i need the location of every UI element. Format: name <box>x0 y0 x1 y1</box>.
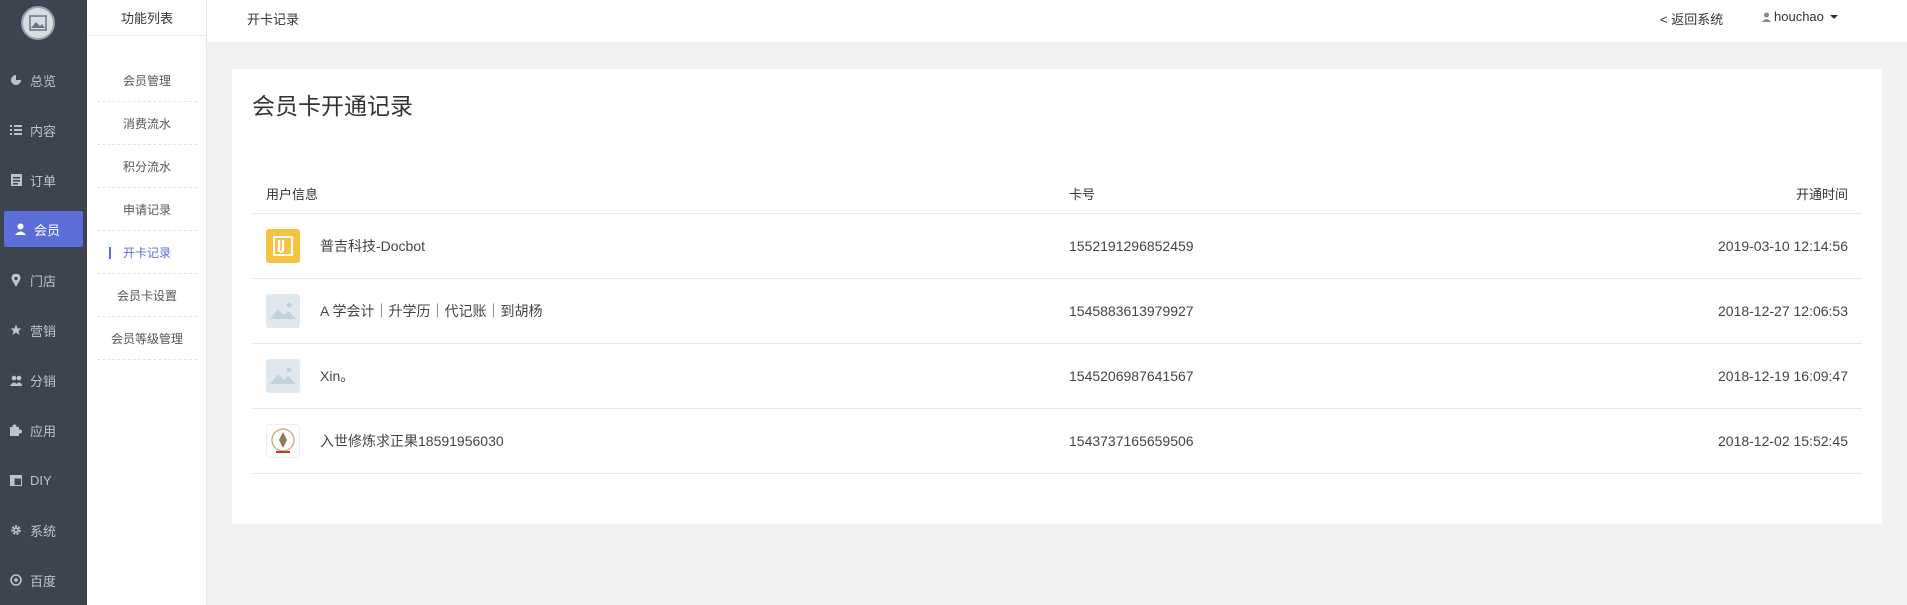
subnav-item-label: 消费流水 <box>122 117 171 131</box>
subnav-item-label: 会员卡设置 <box>116 289 177 303</box>
sidebar-item-label: 百度 <box>30 573 57 589</box>
user-name: 普吉科技-Docbot <box>320 238 426 254</box>
sidebar-item-label: 系统 <box>30 523 57 539</box>
sidebar-item-label: 内容 <box>30 123 57 139</box>
layout-icon <box>10 474 22 486</box>
sidebar-item-system[interactable]: 系统 <box>0 512 79 548</box>
subnav-item-label: 会员等级管理 <box>110 332 183 346</box>
user-icon <box>14 223 26 235</box>
sidebar-item-apps[interactable]: 应用 <box>0 412 79 448</box>
subnav-item-application-records[interactable]: 申请记录 <box>97 189 197 231</box>
subnav-title: 功能列表 <box>87 0 207 36</box>
list-icon <box>10 124 22 136</box>
user-menu[interactable]: houchao <box>1762 9 1838 24</box>
sidebar-item-label: 总览 <box>30 73 57 89</box>
sidebar-item-stores[interactable]: 门店 <box>0 262 79 298</box>
user-cell: 普吉科技-Docbot <box>266 229 425 263</box>
pie-chart-icon <box>10 74 22 86</box>
card-number: 1543737165659506 <box>1069 433 1194 449</box>
user-icon <box>1762 12 1771 22</box>
username: houchao <box>1774 9 1824 24</box>
subnav-item-label: 开卡记录 <box>122 246 171 260</box>
subnav-item-points-flow[interactable]: 积分流水 <box>97 146 197 188</box>
sidebar-item-label: 分销 <box>30 373 57 389</box>
subnav-item-card-settings[interactable]: 会员卡设置 <box>97 275 197 317</box>
sidebar-item-content[interactable]: 内容 <box>0 112 79 148</box>
sidebar-item-label: 订单 <box>30 173 57 189</box>
table-row: Xin。 1545206987641567 2018-12-19 16:09:4… <box>252 344 1862 409</box>
sub-sidebar: 功能列表 会员管理 消费流水 积分流水 申请记录 开卡记录 会员卡设置 会员等级… <box>87 0 207 605</box>
user-cell: A 学会计｜升学历｜代记账｜到胡杨 <box>266 294 542 328</box>
image-placeholder-icon <box>266 294 300 328</box>
sidebar-item-label: 营销 <box>30 323 57 339</box>
user-name: A 学会计｜升学历｜代记账｜到胡杨 <box>320 303 543 319</box>
subnav-item-label: 申请记录 <box>122 203 171 217</box>
chevron-down-icon <box>1829 14 1838 19</box>
sidebar-item-label: 门店 <box>30 273 57 289</box>
subnav-item-card-records[interactable]: 开卡记录 <box>97 232 197 274</box>
records-table: 用户信息 卡号 开通时间 普吉科技-Docbot 155219129685245… <box>252 173 1862 474</box>
users-icon <box>10 374 22 386</box>
baidu-icon <box>10 574 22 586</box>
sidebar-item-label: 应用 <box>30 423 57 439</box>
open-time: 2018-12-27 12:06:53 <box>1718 303 1848 319</box>
user-name: Xin。 <box>320 368 355 384</box>
map-pin-icon <box>10 273 22 287</box>
sidebar-item-overview[interactable]: 总览 <box>0 62 79 98</box>
user-cell: Xin。 <box>266 359 354 393</box>
page-title: 会员卡开通记录 <box>252 93 413 119</box>
sidebar-item-baidu[interactable]: 百度 <box>0 562 79 598</box>
card-number: 1545883613979927 <box>1069 303 1194 319</box>
star-icon <box>10 324 22 336</box>
puzzle-icon <box>10 424 22 436</box>
image-placeholder-icon <box>266 359 300 393</box>
sidebar-item-orders[interactable]: 订单 <box>0 162 79 198</box>
table-row: 普吉科技-Docbot 1552191296852459 2019-03-10 … <box>252 214 1862 279</box>
active-indicator <box>109 247 111 259</box>
table-row: A 学会计｜升学历｜代记账｜到胡杨 1545883613979927 2018-… <box>252 279 1862 344</box>
open-time: 2019-03-10 12:14:56 <box>1718 238 1848 254</box>
clipboard-icon <box>10 174 22 186</box>
table-row: 入世修炼求正果18591956030 1543737165659506 2018… <box>252 409 1862 474</box>
user-cell: 入世修炼求正果18591956030 <box>266 424 504 458</box>
top-header: 开卡记录 < 返回系统 houchao <box>207 0 1907 43</box>
subnav-item-label: 积分流水 <box>122 160 171 174</box>
records-panel: 会员卡开通记录 用户信息 卡号 开通时间 普吉科技-Docbot 1552191… <box>232 69 1882 524</box>
column-header-user: 用户信息 <box>266 186 319 202</box>
main-sidebar: 总览 内容 订单 会员 门店 营销 分销 应用 DIY 系统 百度 <box>0 0 87 605</box>
open-time: 2018-12-19 16:09:47 <box>1718 368 1848 384</box>
subnav-item-member-management[interactable]: 会员管理 <box>97 60 197 102</box>
back-to-system-link[interactable]: < 返回系统 <box>1660 9 1723 28</box>
gear-icon <box>10 524 22 536</box>
sidebar-item-members[interactable]: 会员 <box>4 211 83 247</box>
breadcrumb: 开卡记录 <box>247 12 300 27</box>
seal-logo-icon <box>266 424 300 458</box>
yellow-logo-icon <box>266 229 300 263</box>
sidebar-item-label: DIY <box>30 472 52 488</box>
card-number: 1552191296852459 <box>1069 238 1194 254</box>
sidebar-item-distribution[interactable]: 分销 <box>0 362 79 398</box>
card-number: 1545206987641567 <box>1069 368 1194 384</box>
app-logo-icon[interactable] <box>21 6 55 40</box>
subnav-item-consumption-flow[interactable]: 消费流水 <box>97 103 197 145</box>
sidebar-item-diy[interactable]: DIY <box>0 462 79 498</box>
subnav-item-label: 会员管理 <box>122 74 171 88</box>
user-name: 入世修炼求正果18591956030 <box>320 433 504 449</box>
column-header-time: 开通时间 <box>1795 186 1848 202</box>
open-time: 2018-12-02 15:52:45 <box>1718 433 1848 449</box>
sidebar-item-label: 会员 <box>34 222 61 238</box>
sidebar-item-marketing[interactable]: 营销 <box>0 312 79 348</box>
subnav-item-level-management[interactable]: 会员等级管理 <box>97 318 197 360</box>
table-header: 用户信息 卡号 开通时间 <box>252 173 1862 214</box>
column-header-card: 卡号 <box>1069 186 1096 202</box>
